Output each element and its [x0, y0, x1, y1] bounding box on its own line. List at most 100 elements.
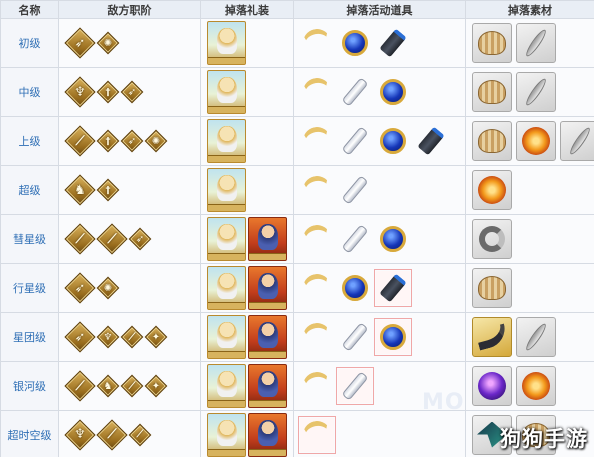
craft-essence-ce-a-icon[interactable] — [207, 315, 246, 359]
event-item-flask-icon[interactable] — [338, 320, 372, 354]
enemy-class-cell: ➶ ✺ — [58, 18, 201, 68]
enemy-class-cell: ♆ ⟋ ⟋ — [58, 410, 201, 457]
material-ring-icon[interactable] — [472, 219, 512, 259]
craft-essence-ce-b-icon[interactable] — [248, 412, 287, 457]
drop-materials-cell — [465, 214, 594, 264]
craft-essence-ce-b-icon[interactable] — [248, 315, 287, 359]
material-flame-icon[interactable] — [516, 366, 556, 406]
craft-essence-ce-a-icon[interactable] — [207, 119, 246, 163]
event-item-blue-gem-icon[interactable] — [376, 75, 410, 109]
event-item-blue-gem-icon[interactable] — [338, 271, 372, 305]
class-lancer-icon: ⟋ — [64, 125, 96, 157]
class-archer-icon: ➶ — [64, 27, 96, 59]
class-archer-icon: ➶ — [64, 321, 96, 353]
craft-essence-ce-a-icon[interactable] — [207, 217, 246, 261]
material-feather-icon[interactable] — [516, 23, 556, 63]
material-shell-icon[interactable] — [472, 268, 512, 308]
drop-event-items-cell — [293, 410, 466, 457]
event-item-crescent-icon[interactable] — [300, 75, 334, 109]
material-shell-icon[interactable] — [472, 72, 512, 112]
event-item-battery-icon[interactable] — [374, 269, 412, 307]
event-item-blue-gem-icon[interactable] — [376, 124, 410, 158]
class-lancer-icon: ⟋ — [64, 370, 96, 402]
event-item-battery-icon[interactable] — [376, 26, 410, 60]
quest-level-name[interactable]: 初级 — [0, 18, 59, 68]
table-row: 初级 ➶ ✺ — [0, 18, 594, 68]
event-item-flask-icon[interactable] — [336, 367, 374, 405]
craft-essence-ce-a-icon[interactable] — [207, 168, 246, 212]
class-archer-icon: ➶ — [120, 80, 144, 104]
class-lancer-icon: ⟋ — [96, 418, 128, 451]
header-enemy-class: 敌方职阶 — [58, 0, 201, 19]
craft-essence-ce-b-icon[interactable] — [248, 266, 287, 310]
event-item-flask-icon[interactable] — [338, 75, 372, 109]
craft-essence-ce-a-icon[interactable] — [207, 21, 246, 65]
quest-level-name[interactable]: 超级 — [0, 165, 59, 215]
material-feather-icon[interactable] — [516, 317, 556, 357]
class-lancer-icon: ⟋ — [120, 374, 144, 398]
material-shell-icon[interactable] — [472, 23, 512, 63]
table-row: 行星级 ➶ ✺ — [0, 263, 594, 313]
quest-level-name[interactable]: 行星级 — [0, 263, 59, 313]
material-shell-icon[interactable] — [472, 121, 512, 161]
event-item-crescent-icon[interactable] — [300, 124, 334, 158]
drop-event-items-cell — [293, 67, 466, 117]
class-caster-icon: ✺ — [96, 31, 120, 55]
class-saber-icon: † — [96, 80, 120, 104]
quest-level-name[interactable]: 彗星级 — [0, 214, 59, 264]
material-flame-icon[interactable] — [472, 170, 512, 210]
quest-level-name[interactable]: 中级 — [0, 67, 59, 117]
drop-ce-cell — [200, 116, 294, 166]
drop-materials-cell — [465, 18, 594, 68]
drop-materials-cell — [465, 312, 594, 362]
quest-level-name[interactable]: 星团级 — [0, 312, 59, 362]
drop-materials-cell — [465, 361, 594, 411]
class-archer-icon: ➶ — [120, 129, 144, 153]
material-feather-icon[interactable] — [516, 72, 556, 112]
class-berserker-icon: ♆ — [64, 418, 96, 451]
event-item-crescent-icon[interactable] — [298, 415, 336, 454]
craft-essence-ce-b-icon[interactable] — [248, 364, 287, 408]
drop-ce-cell — [200, 214, 294, 264]
craft-essence-ce-a-icon[interactable] — [207, 266, 246, 310]
table-row: 彗星级 ⟋ ⟋ ➶ — [0, 214, 594, 264]
craft-essence-ce-b-icon[interactable] — [248, 217, 287, 261]
event-item-crescent-icon[interactable] — [300, 222, 334, 256]
event-item-blue-gem-icon[interactable] — [338, 26, 372, 60]
quest-level-name[interactable]: 超时空级 — [0, 410, 59, 457]
craft-essence-ce-a-icon[interactable] — [207, 412, 246, 457]
class-lancer-icon: ⟋ — [128, 423, 152, 446]
event-item-blue-gem-icon[interactable] — [376, 222, 410, 256]
quest-level-name[interactable]: 上级 — [0, 116, 59, 166]
material-orb-icon[interactable] — [472, 366, 512, 406]
class-rider-icon: ♞ — [96, 374, 120, 398]
event-item-crescent-icon[interactable] — [300, 173, 334, 207]
material-fang-icon[interactable] — [472, 317, 512, 357]
class-lancer-icon: ⟋ — [96, 223, 128, 255]
event-item-flask-icon[interactable] — [338, 173, 372, 207]
quest-level-name[interactable]: 银河级 — [0, 361, 59, 411]
drop-event-items-cell — [293, 116, 466, 166]
event-item-crescent-icon[interactable] — [300, 369, 334, 403]
material-flame-icon[interactable] — [516, 121, 556, 161]
drop-ce-cell — [200, 18, 294, 68]
material-feather-icon[interactable] — [560, 121, 594, 161]
event-item-crescent-icon[interactable] — [300, 271, 334, 305]
drop-materials-cell — [465, 263, 594, 313]
drop-materials-cell — [465, 67, 594, 117]
drop-event-items-cell — [293, 263, 466, 313]
class-caster-icon: ✺ — [96, 276, 120, 300]
header-row: 名称 敌方职阶 掉落礼装 掉落活动道具 掉落素材 — [0, 0, 594, 19]
drop-ce-cell — [200, 263, 294, 313]
craft-essence-ce-a-icon[interactable] — [207, 70, 246, 114]
event-item-crescent-icon[interactable] — [300, 26, 334, 60]
event-item-flask-icon[interactable] — [338, 222, 372, 256]
event-item-crescent-icon[interactable] — [300, 320, 334, 354]
class-berserker-icon: ♆ — [96, 325, 120, 349]
event-item-battery-icon[interactable] — [414, 124, 448, 158]
enemy-class-cell: ♞ † — [58, 165, 201, 215]
event-item-blue-gem-icon[interactable] — [374, 318, 412, 356]
drop-ce-cell — [200, 165, 294, 215]
event-item-flask-icon[interactable] — [338, 124, 372, 158]
craft-essence-ce-a-icon[interactable] — [207, 364, 246, 408]
